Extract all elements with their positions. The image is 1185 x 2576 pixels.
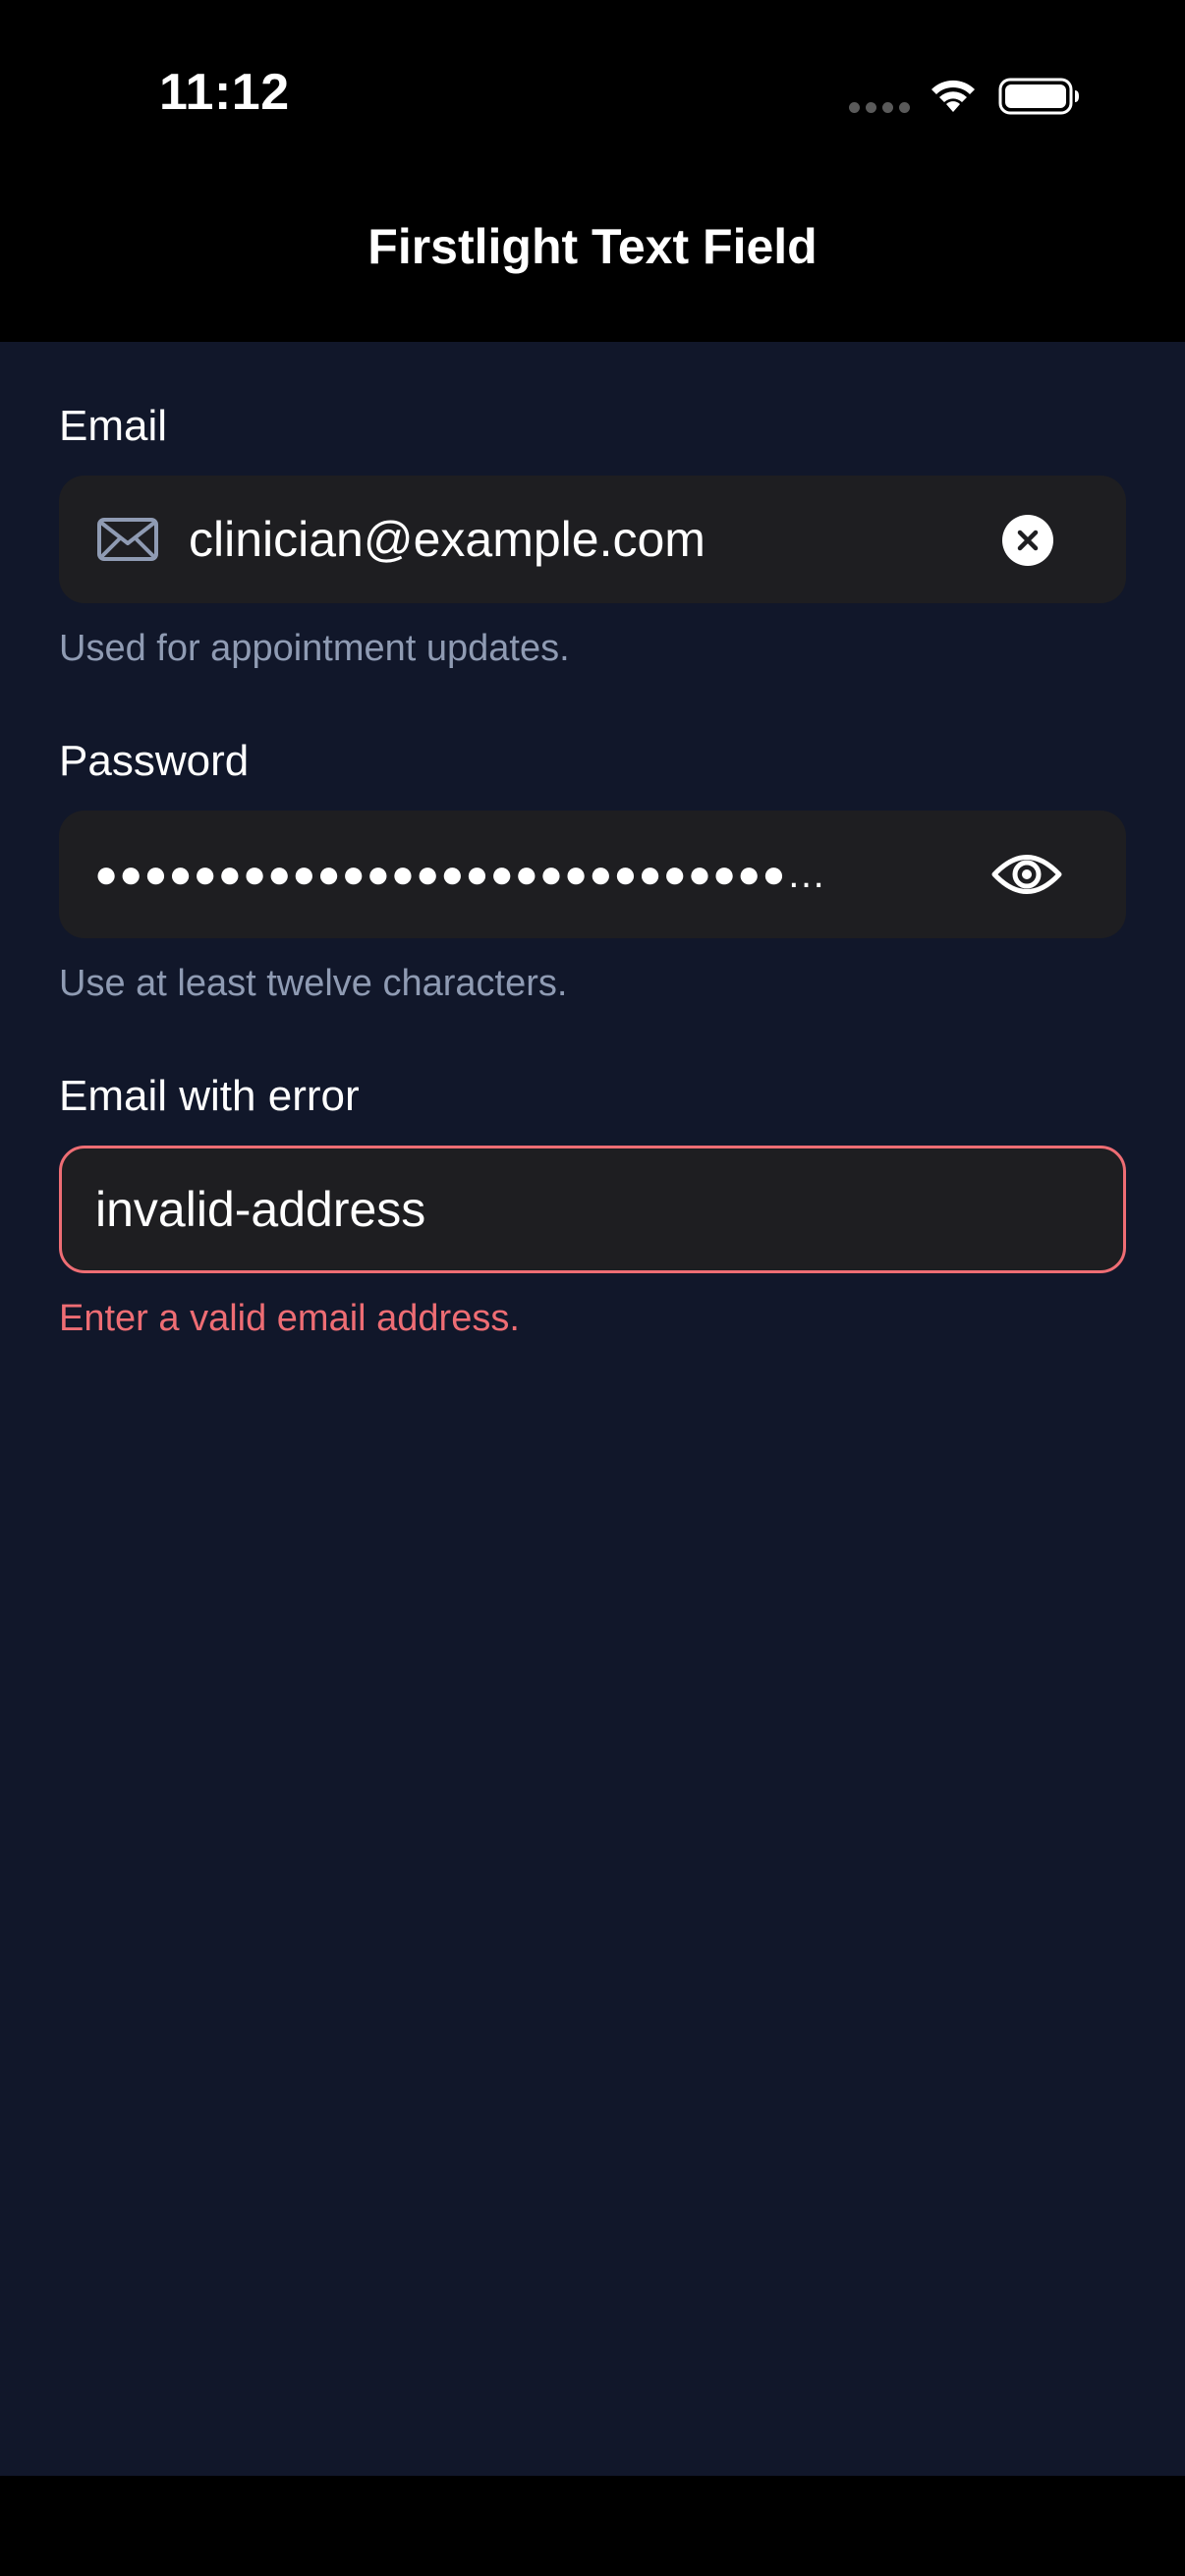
cellular-signal-icon [849,102,910,113]
form-content: Email clinician@example.com Used for app… [0,342,1185,2476]
eye-icon[interactable] [990,850,1063,899]
email-help-text: Used for appointment updates. [59,628,570,669]
email-field-group: Email clinician@example.com Used for app… [59,397,1126,678]
home-indicator-area [0,2476,1185,2576]
status-time: 11:12 [159,64,290,121]
email-input-value[interactable]: clinician@example.com [189,476,975,603]
password-field[interactable]: ●●●●●●●●●●●●●●●●●●●●●●●●●●●●… [59,811,1126,938]
email-error-label: Email with error [59,1072,360,1120]
envelope-icon [97,518,158,561]
clear-circle-icon[interactable] [1002,515,1053,566]
navigation-bar: Firstlight Text Field [0,187,1185,342]
wifi-icon [931,80,975,112]
password-help-text: Use at least twelve characters. [59,963,568,1004]
status-bar: 11:12 [0,0,1185,187]
email-error-input-value[interactable]: invalid-address [95,1146,1078,1273]
battery-icon [998,78,1079,115]
password-field-group: Password ●●●●●●●●●●●●●●●●●●●●●●●●●●●●… U… [59,732,1126,1013]
email-error-message: Enter a valid email address. [59,1298,520,1339]
email-error-field-group: Email with error invalid-address Enter a… [59,1067,1126,1348]
email-error-field[interactable]: invalid-address [59,1146,1126,1273]
password-label: Password [59,737,250,785]
page-title: Firstlight Text Field [367,219,818,274]
email-label: Email [59,402,168,450]
password-input-value[interactable]: ●●●●●●●●●●●●●●●●●●●●●●●●●●●●… [94,811,939,938]
email-field[interactable]: clinician@example.com [59,476,1126,603]
